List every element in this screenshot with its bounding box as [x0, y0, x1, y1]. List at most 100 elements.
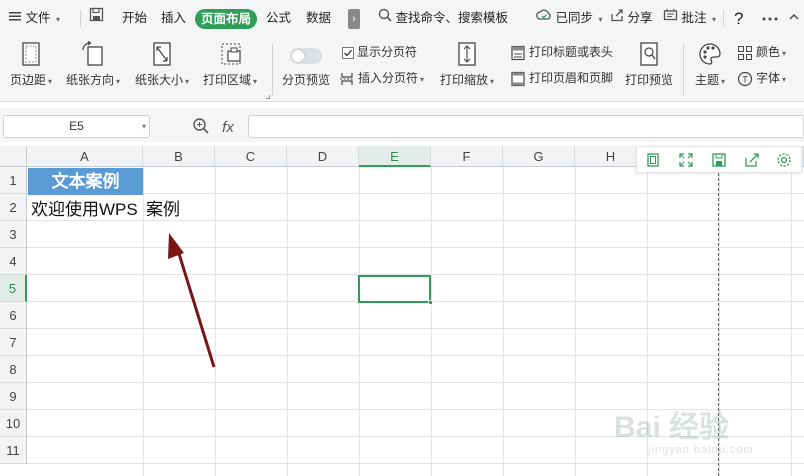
share-icon	[610, 0, 624, 37]
tab-page-layout[interactable]: 页面布局	[195, 9, 258, 29]
chevron-down-icon: ▾	[490, 77, 495, 86]
print-preview-label: 打印预览	[624, 73, 673, 87]
name-box-value: E5	[69, 119, 84, 133]
toggle-switch-icon	[290, 48, 322, 64]
chevron-down-icon: ▾	[141, 122, 146, 131]
paper-size-icon	[153, 42, 171, 66]
theme-label: 主题	[694, 73, 719, 87]
formula-bar: E5 ▾ fx	[0, 108, 804, 142]
insert-page-break-label: 插入分页符	[358, 71, 419, 85]
formula-input[interactable]	[248, 115, 804, 138]
file-menu-label: 文件	[25, 11, 51, 25]
hamburger-icon	[8, 0, 22, 37]
theme-button[interactable]: 主题 ▾	[690, 41, 730, 88]
comment-button[interactable]: 批注 ▾	[663, 0, 716, 37]
color-grid-icon	[738, 45, 752, 60]
insert-page-break-button[interactable]: 插入分页符 ▾	[339, 68, 424, 88]
chevron-down-icon: ▾	[782, 75, 787, 84]
insert-page-break-icon	[340, 72, 354, 85]
chevron-down-icon: ▾	[711, 15, 716, 24]
tab-data[interactable]: 数据	[306, 0, 331, 37]
print-area-button[interactable]: 打印区域 ▾	[201, 41, 259, 88]
more-dots-icon	[762, 0, 778, 37]
page-break-preview-label: 分页预览	[281, 73, 330, 87]
chevron-down-icon: ▾	[116, 77, 121, 86]
more-tabs-button[interactable]: ›	[348, 9, 360, 29]
header-footer-button[interactable]: 打印页眉和页脚	[510, 68, 613, 88]
margins-button[interactable]: 页边距 ▾	[6, 41, 56, 88]
group-expander[interactable]	[266, 95, 270, 99]
watermark: Bai 经验 jingyan.baidu.com	[614, 402, 794, 472]
print-titles-button[interactable]: 打印标题或表头	[510, 42, 613, 62]
watermark-brand: Bai 经验	[614, 411, 730, 444]
chevron-up-icon	[788, 0, 800, 37]
margins-icon	[22, 42, 40, 66]
header-footer-label: 打印页眉和页脚	[529, 71, 614, 85]
chevron-down-icon: ▾	[721, 77, 726, 86]
font-icon: T	[737, 71, 753, 86]
ribbon-page-layout: 页边距 ▾ 纸张方向 ▾ 纸张大小 ▾ 打印区域 ▾ 分页预览 显示分页符 插入分页符 ▾…	[0, 37, 804, 102]
print-preview-button[interactable]: 打印预览	[622, 41, 676, 88]
chevron-down-icon: ▾	[782, 49, 787, 58]
theme-fonts-label: 字体	[756, 71, 781, 85]
formula-tools: fx	[192, 117, 234, 139]
zoom-function-icon[interactable]	[192, 117, 210, 139]
tab-formulas[interactable]: 公式	[266, 0, 291, 37]
page-break-preview-button[interactable]: 分页预览	[279, 41, 333, 88]
chevron-down-icon: ▾	[48, 77, 53, 86]
margins-label: 页边距	[9, 73, 46, 87]
orientation-icon	[82, 41, 103, 66]
more-options-button[interactable]	[762, 0, 778, 37]
tab-insert[interactable]: 插入	[161, 0, 186, 37]
separator	[683, 43, 684, 95]
orientation-label: 纸张方向	[65, 73, 114, 87]
paper-size-button[interactable]: 纸张大小 ▾	[133, 41, 191, 88]
paper-size-label: 纸张大小	[134, 73, 183, 87]
print-scale-icon	[458, 42, 476, 66]
chevron-down-icon: ▾	[253, 77, 258, 86]
chevron-down-icon: ▾	[55, 15, 60, 24]
checkbox-checked-icon	[342, 46, 354, 59]
theme-colors-label: 颜色	[756, 45, 781, 59]
header-footer-icon	[511, 71, 525, 86]
sync-status[interactable]: 已同步 ▾	[536, 0, 603, 37]
save-icon	[89, 0, 104, 37]
name-box[interactable]: E5 ▾	[3, 115, 150, 138]
separator	[723, 10, 724, 27]
menu-bar: 文件 ▾ 开始 插入 页面布局 公式 数据 › 查找命令、搜索模板 已同步 ▾ …	[0, 0, 804, 37]
search-icon	[378, 0, 392, 37]
print-area-icon	[221, 43, 241, 65]
file-menu[interactable]: 文件 ▾	[8, 0, 60, 37]
command-search-label: 查找命令、搜索模板	[395, 11, 508, 25]
tab-home[interactable]: 开始	[122, 0, 147, 37]
insert-function-button[interactable]: fx	[222, 119, 234, 136]
sync-status-label: 已同步	[555, 11, 593, 25]
help-button[interactable]: ?	[734, 0, 743, 37]
show-page-break-label: 显示分页符	[357, 45, 418, 59]
palette-icon	[699, 43, 721, 65]
theme-colors-button[interactable]: 颜色 ▾	[737, 42, 786, 62]
print-preview-icon	[640, 42, 658, 66]
theme-fonts-button[interactable]: T 字体 ▾	[737, 68, 786, 88]
comment-button-label: 批注	[681, 11, 707, 25]
collapse-ribbon-button[interactable]	[788, 0, 800, 37]
command-search[interactable]: 查找命令、搜索模板	[378, 0, 508, 37]
share-button[interactable]: 分享	[610, 0, 653, 37]
watermark-url: jingyan.baidu.com	[648, 444, 754, 456]
print-scale-label: 打印缩放	[439, 73, 488, 87]
show-page-break-checkbox[interactable]: 显示分页符	[342, 42, 417, 62]
save-button[interactable]	[89, 0, 104, 37]
share-button-label: 分享	[627, 11, 653, 25]
print-titles-icon	[511, 45, 525, 60]
chevron-down-icon: ▾	[598, 15, 603, 24]
spreadsheet-grid[interactable]: ABCDEFGH 1 2 3 4 5 6 7 8 9 10 11 文本案例 欢迎使用WPS 案例 B…	[0, 146, 804, 476]
svg-text:T: T	[742, 74, 748, 84]
separator	[272, 43, 273, 95]
separator	[80, 10, 81, 27]
chevron-down-icon: ▾	[185, 77, 190, 86]
chevron-down-icon: ▾	[420, 75, 425, 84]
cloud-sync-icon	[536, 0, 552, 37]
comment-icon	[663, 0, 678, 37]
print-scale-button[interactable]: 打印缩放 ▾	[437, 41, 497, 88]
orientation-button[interactable]: 纸张方向 ▾	[64, 41, 122, 88]
